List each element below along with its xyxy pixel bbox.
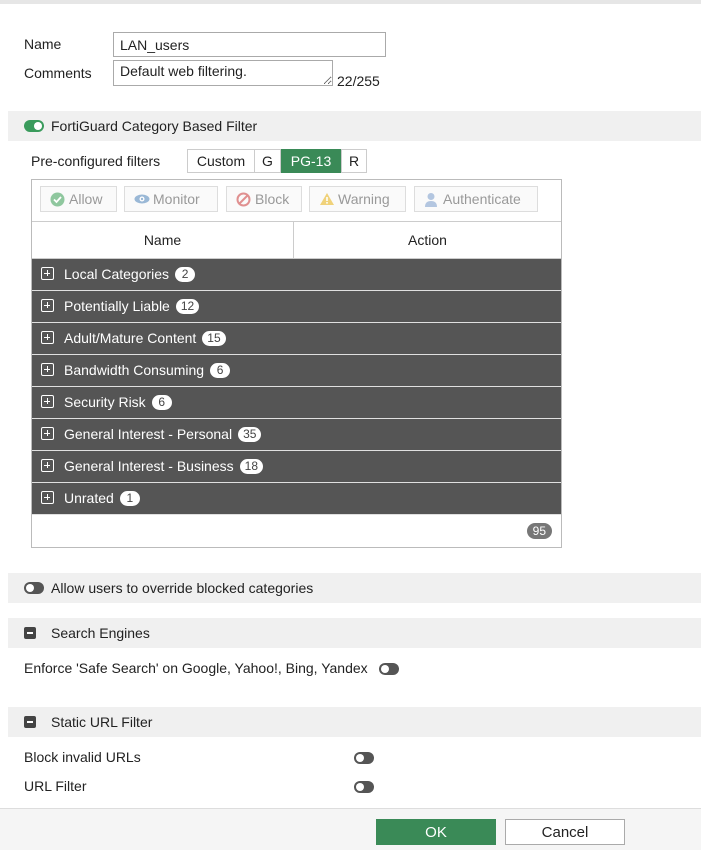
static-url-title: Static URL Filter bbox=[51, 714, 153, 730]
category-row[interactable]: Local Categories 2 bbox=[32, 259, 561, 291]
allow-button[interactable]: Allow bbox=[40, 186, 117, 212]
category-count-badge: 35 bbox=[238, 427, 262, 442]
static-url-section-header[interactable]: Static URL Filter bbox=[8, 707, 701, 737]
check-circle-icon bbox=[50, 192, 65, 207]
category-name: General Interest - Personal bbox=[64, 426, 233, 442]
authenticate-label: Authenticate bbox=[443, 191, 521, 207]
fortiguard-section-header: FortiGuard Category Based Filter bbox=[8, 111, 701, 141]
expand-icon[interactable] bbox=[41, 267, 54, 280]
filter-g-button[interactable]: G bbox=[254, 149, 281, 173]
monitor-label: Monitor bbox=[153, 191, 200, 207]
warning-label: Warning bbox=[338, 191, 390, 207]
url-filter-toggle[interactable] bbox=[354, 781, 374, 793]
block-icon bbox=[236, 192, 251, 207]
warning-button[interactable]: Warning bbox=[309, 186, 406, 212]
override-row: Allow users to override blocked categori… bbox=[8, 573, 701, 603]
expand-icon[interactable] bbox=[41, 491, 54, 504]
collapse-icon[interactable] bbox=[24, 716, 36, 728]
comments-char-count: 22/255 bbox=[337, 73, 380, 89]
expand-icon[interactable] bbox=[41, 299, 54, 312]
expand-icon[interactable] bbox=[41, 363, 54, 376]
comments-textarea[interactable]: Default web filtering. bbox=[113, 60, 333, 86]
category-row[interactable]: General Interest - Personal 35 bbox=[32, 419, 561, 451]
category-count-badge: 1 bbox=[119, 491, 140, 506]
block-invalid-urls-toggle[interactable] bbox=[354, 752, 374, 764]
filter-pg13-button[interactable]: PG-13 bbox=[281, 149, 341, 173]
expand-icon[interactable] bbox=[41, 331, 54, 344]
ok-button[interactable]: OK bbox=[376, 819, 496, 845]
category-panel: Allow Monitor Block Warning Authenticate… bbox=[31, 179, 562, 548]
category-name: Unrated bbox=[64, 490, 114, 506]
fortiguard-toggle[interactable] bbox=[24, 120, 44, 132]
collapse-icon[interactable] bbox=[24, 627, 36, 639]
authenticate-button[interactable]: Authenticate bbox=[414, 186, 538, 212]
category-row[interactable]: Security Risk 6 bbox=[32, 387, 561, 419]
override-toggle[interactable] bbox=[24, 582, 44, 594]
allow-label: Allow bbox=[69, 191, 103, 207]
category-row[interactable]: Bandwidth Consuming 6 bbox=[32, 355, 561, 387]
filter-custom-button[interactable]: Custom bbox=[187, 149, 255, 173]
monitor-button[interactable]: Monitor bbox=[124, 186, 218, 212]
category-row[interactable]: Potentially Liable 12 bbox=[32, 291, 561, 323]
top-border bbox=[0, 0, 701, 4]
name-input[interactable] bbox=[113, 32, 386, 57]
category-count-badge: 6 bbox=[210, 363, 231, 378]
fortiguard-title: FortiGuard Category Based Filter bbox=[51, 118, 258, 134]
category-row[interactable]: Unrated 1 bbox=[32, 483, 561, 515]
cancel-button[interactable]: Cancel bbox=[505, 819, 625, 845]
category-count-badge: 15 bbox=[202, 331, 226, 346]
category-row[interactable]: Adult/Mature Content 15 bbox=[32, 323, 561, 355]
block-button[interactable]: Block bbox=[226, 186, 302, 212]
name-label: Name bbox=[24, 36, 62, 52]
category-name: General Interest - Business bbox=[64, 458, 234, 474]
total-count-badge: 95 bbox=[526, 523, 552, 539]
override-label: Allow users to override blocked categori… bbox=[51, 580, 314, 596]
search-engines-section-header[interactable]: Search Engines bbox=[8, 618, 701, 648]
eye-icon bbox=[134, 194, 150, 204]
expand-icon[interactable] bbox=[41, 459, 54, 472]
column-header-name[interactable]: Name bbox=[32, 221, 294, 259]
expand-icon[interactable] bbox=[41, 395, 54, 408]
search-engines-title: Search Engines bbox=[51, 625, 150, 641]
category-name: Adult/Mature Content bbox=[64, 330, 197, 346]
category-name: Potentially Liable bbox=[64, 298, 170, 314]
filter-r-button[interactable]: R bbox=[341, 149, 367, 173]
dialog-footer: OK Cancel bbox=[0, 808, 701, 850]
block-label: Block bbox=[255, 191, 290, 207]
category-count-badge: 6 bbox=[151, 395, 172, 410]
column-header-action[interactable]: Action bbox=[294, 221, 561, 259]
comments-label: Comments bbox=[24, 65, 92, 81]
user-icon bbox=[425, 193, 437, 207]
category-count-badge: 2 bbox=[175, 267, 196, 282]
preconfigured-filters-label: Pre-configured filters bbox=[31, 153, 161, 169]
category-name: Bandwidth Consuming bbox=[64, 362, 205, 378]
safe-search-label: Enforce 'Safe Search' on Google, Yahoo!,… bbox=[24, 660, 368, 676]
category-name: Security Risk bbox=[64, 394, 146, 410]
url-filter-label: URL Filter bbox=[24, 778, 87, 794]
category-count-badge: 12 bbox=[175, 299, 200, 314]
safe-search-toggle[interactable] bbox=[379, 663, 399, 675]
category-name: Local Categories bbox=[64, 266, 170, 282]
category-row[interactable]: General Interest - Business 18 bbox=[32, 451, 561, 483]
expand-icon[interactable] bbox=[41, 427, 54, 440]
warning-icon bbox=[320, 193, 334, 205]
block-invalid-urls-label: Block invalid URLs bbox=[24, 749, 141, 765]
category-count-badge: 18 bbox=[239, 459, 263, 474]
